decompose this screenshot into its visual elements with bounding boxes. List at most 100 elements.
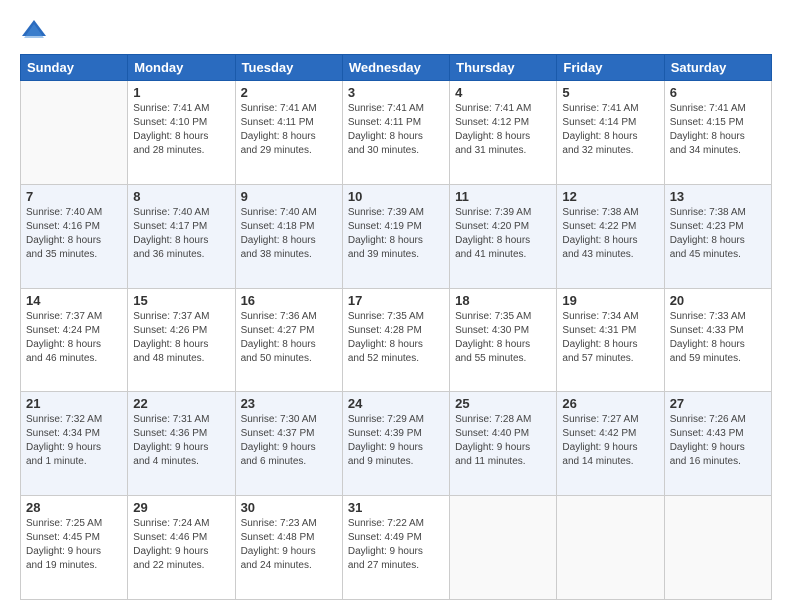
day-number: 9 (241, 189, 337, 204)
day-info: Sunrise: 7:25 AM Sunset: 4:45 PM Dayligh… (26, 517, 122, 573)
day-number: 30 (241, 500, 337, 515)
day-info: Sunrise: 7:38 AM Sunset: 4:22 PM Dayligh… (562, 206, 658, 262)
day-info: Sunrise: 7:41 AM Sunset: 4:14 PM Dayligh… (562, 102, 658, 158)
calendar-header-sunday: Sunday (21, 55, 128, 81)
day-number: 13 (670, 189, 766, 204)
calendar-header-friday: Friday (557, 55, 664, 81)
day-info: Sunrise: 7:24 AM Sunset: 4:46 PM Dayligh… (133, 517, 229, 573)
day-info: Sunrise: 7:32 AM Sunset: 4:34 PM Dayligh… (26, 413, 122, 469)
calendar-cell: 11 Sunrise: 7:39 AM Sunset: 4:20 PM Dayli… (450, 184, 557, 288)
day-number: 18 (455, 293, 551, 308)
day-info: Sunrise: 7:40 AM Sunset: 4:16 PM Dayligh… (26, 206, 122, 262)
day-info: Sunrise: 7:33 AM Sunset: 4:33 PM Dayligh… (670, 310, 766, 366)
calendar-header-saturday: Saturday (664, 55, 771, 81)
calendar-cell: 20 Sunrise: 7:33 AM Sunset: 4:33 PM Dayli… (664, 288, 771, 392)
week-row-5: 28Sunrise: 7:25 AM Sunset: 4:45 PM Dayli… (21, 496, 772, 600)
day-info: Sunrise: 7:30 AM Sunset: 4:37 PM Dayligh… (241, 413, 337, 469)
day-number: 3 (348, 85, 444, 100)
week-row-1: 1 Sunrise: 7:41 AM Sunset: 4:10 PM Daylig… (21, 81, 772, 185)
day-number: 20 (670, 293, 766, 308)
calendar-cell: 18 Sunrise: 7:35 AM Sunset: 4:30 PM Dayli… (450, 288, 557, 392)
calendar-cell: 5 Sunrise: 7:41 AM Sunset: 4:14 PM Daylig… (557, 81, 664, 185)
day-info: Sunrise: 7:36 AM Sunset: 4:27 PM Dayligh… (241, 310, 337, 366)
day-info: Sunrise: 7:28 AM Sunset: 4:40 PM Dayligh… (455, 413, 551, 469)
calendar-cell: 8Sunrise: 7:40 AM Sunset: 4:17 PM Daylig… (128, 184, 235, 288)
day-info: Sunrise: 7:41 AM Sunset: 4:15 PM Dayligh… (670, 102, 766, 158)
logo-icon (20, 16, 48, 44)
day-info: Sunrise: 7:39 AM Sunset: 4:20 PM Dayligh… (455, 206, 551, 262)
day-number: 22 (133, 396, 229, 411)
day-number: 21 (26, 396, 122, 411)
calendar-cell: 13 Sunrise: 7:38 AM Sunset: 4:23 PM Dayli… (664, 184, 771, 288)
calendar-cell: 16 Sunrise: 7:36 AM Sunset: 4:27 PM Dayli… (235, 288, 342, 392)
day-info: Sunrise: 7:40 AM Sunset: 4:18 PM Dayligh… (241, 206, 337, 262)
day-number: 15 (133, 293, 229, 308)
header (20, 16, 772, 44)
day-number: 2 (241, 85, 337, 100)
calendar-cell: 10 Sunrise: 7:39 AM Sunset: 4:19 PM Dayli… (342, 184, 449, 288)
day-number: 1 (133, 85, 229, 100)
calendar-cell: 4Sunrise: 7:41 AM Sunset: 4:12 PM Daylig… (450, 81, 557, 185)
day-info: Sunrise: 7:41 AM Sunset: 4:10 PM Dayligh… (133, 102, 229, 158)
day-number: 7 (26, 189, 122, 204)
calendar-cell (664, 496, 771, 600)
day-info: Sunrise: 7:22 AM Sunset: 4:49 PM Dayligh… (348, 517, 444, 573)
week-row-2: 7 Sunrise: 7:40 AM Sunset: 4:16 PM Daylig… (21, 184, 772, 288)
calendar-cell (450, 496, 557, 600)
calendar-cell: 24 Sunrise: 7:29 AM Sunset: 4:39 PM Dayli… (342, 392, 449, 496)
calendar-cell: 23 Sunrise: 7:30 AM Sunset: 4:37 PM Dayli… (235, 392, 342, 496)
day-number: 10 (348, 189, 444, 204)
calendar-cell: 28Sunrise: 7:25 AM Sunset: 4:45 PM Dayli… (21, 496, 128, 600)
calendar-header-wednesday: Wednesday (342, 55, 449, 81)
calendar-cell: 22Sunrise: 7:31 AM Sunset: 4:36 PM Dayli… (128, 392, 235, 496)
calendar-cell: 7 Sunrise: 7:40 AM Sunset: 4:16 PM Daylig… (21, 184, 128, 288)
day-number: 19 (562, 293, 658, 308)
page: SundayMondayTuesdayWednesdayThursdayFrid… (0, 0, 792, 612)
week-row-4: 21 Sunrise: 7:32 AM Sunset: 4:34 PM Dayli… (21, 392, 772, 496)
calendar-cell (557, 496, 664, 600)
day-info: Sunrise: 7:41 AM Sunset: 4:12 PM Dayligh… (455, 102, 551, 158)
logo (20, 16, 50, 44)
calendar-header-thursday: Thursday (450, 55, 557, 81)
day-number: 24 (348, 396, 444, 411)
calendar-cell: 30 Sunrise: 7:23 AM Sunset: 4:48 PM Dayli… (235, 496, 342, 600)
day-info: Sunrise: 7:35 AM Sunset: 4:28 PM Dayligh… (348, 310, 444, 366)
day-info: Sunrise: 7:41 AM Sunset: 4:11 PM Dayligh… (241, 102, 337, 158)
day-number: 16 (241, 293, 337, 308)
calendar-header-tuesday: Tuesday (235, 55, 342, 81)
calendar-cell: 12Sunrise: 7:38 AM Sunset: 4:22 PM Dayli… (557, 184, 664, 288)
calendar-cell: 2 Sunrise: 7:41 AM Sunset: 4:11 PM Daylig… (235, 81, 342, 185)
day-info: Sunrise: 7:27 AM Sunset: 4:42 PM Dayligh… (562, 413, 658, 469)
day-number: 17 (348, 293, 444, 308)
calendar-header-monday: Monday (128, 55, 235, 81)
day-number: 6 (670, 85, 766, 100)
day-info: Sunrise: 7:34 AM Sunset: 4:31 PM Dayligh… (562, 310, 658, 366)
calendar-cell: 6 Sunrise: 7:41 AM Sunset: 4:15 PM Daylig… (664, 81, 771, 185)
day-number: 11 (455, 189, 551, 204)
day-info: Sunrise: 7:35 AM Sunset: 4:30 PM Dayligh… (455, 310, 551, 366)
calendar-cell: 17 Sunrise: 7:35 AM Sunset: 4:28 PM Dayli… (342, 288, 449, 392)
day-info: Sunrise: 7:38 AM Sunset: 4:23 PM Dayligh… (670, 206, 766, 262)
calendar-cell: 19 Sunrise: 7:34 AM Sunset: 4:31 PM Dayli… (557, 288, 664, 392)
calendar-cell: 21 Sunrise: 7:32 AM Sunset: 4:34 PM Dayli… (21, 392, 128, 496)
day-info: Sunrise: 7:41 AM Sunset: 4:11 PM Dayligh… (348, 102, 444, 158)
day-info: Sunrise: 7:23 AM Sunset: 4:48 PM Dayligh… (241, 517, 337, 573)
day-number: 29 (133, 500, 229, 515)
day-number: 23 (241, 396, 337, 411)
day-number: 27 (670, 396, 766, 411)
day-number: 5 (562, 85, 658, 100)
day-info: Sunrise: 7:37 AM Sunset: 4:26 PM Dayligh… (133, 310, 229, 366)
day-info: Sunrise: 7:29 AM Sunset: 4:39 PM Dayligh… (348, 413, 444, 469)
day-info: Sunrise: 7:40 AM Sunset: 4:17 PM Dayligh… (133, 206, 229, 262)
day-info: Sunrise: 7:39 AM Sunset: 4:19 PM Dayligh… (348, 206, 444, 262)
calendar-cell: 27 Sunrise: 7:26 AM Sunset: 4:43 PM Dayli… (664, 392, 771, 496)
day-number: 25 (455, 396, 551, 411)
calendar-cell: 1 Sunrise: 7:41 AM Sunset: 4:10 PM Daylig… (128, 81, 235, 185)
day-info: Sunrise: 7:26 AM Sunset: 4:43 PM Dayligh… (670, 413, 766, 469)
calendar-cell: 15 Sunrise: 7:37 AM Sunset: 4:26 PM Dayli… (128, 288, 235, 392)
calendar-cell: 26Sunrise: 7:27 AM Sunset: 4:42 PM Dayli… (557, 392, 664, 496)
week-row-3: 14Sunrise: 7:37 AM Sunset: 4:24 PM Dayli… (21, 288, 772, 392)
calendar-header-row: SundayMondayTuesdayWednesdayThursdayFrid… (21, 55, 772, 81)
calendar-cell: 3 Sunrise: 7:41 AM Sunset: 4:11 PM Daylig… (342, 81, 449, 185)
calendar-cell: 31Sunrise: 7:22 AM Sunset: 4:49 PM Dayli… (342, 496, 449, 600)
